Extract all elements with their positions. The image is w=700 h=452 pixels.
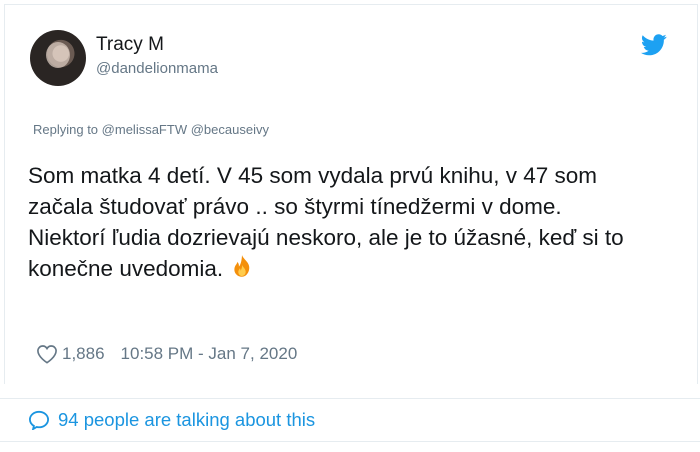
- replying-prefix: Replying to: [33, 122, 99, 137]
- fire-emoji-icon: [234, 255, 250, 277]
- avatar[interactable]: [30, 30, 86, 86]
- speech-bubble-icon: [28, 410, 50, 430]
- replying-to: Replying to @melissaFTW @becauseivy: [33, 122, 269, 137]
- tweet-text: Som matka 4 detí. V 45 som vydala prvú k…: [28, 160, 628, 284]
- timestamp[interactable]: 10:58 PM - Jan 7, 2020: [121, 344, 298, 364]
- mention-link-2[interactable]: @becauseivy: [191, 122, 269, 137]
- heart-icon[interactable]: [36, 344, 58, 364]
- tweet-meta: 1,886 10:58 PM - Jan 7, 2020: [36, 344, 297, 364]
- like-count[interactable]: 1,886: [62, 344, 105, 364]
- mention-link-1[interactable]: @melissaFTW: [102, 122, 187, 137]
- author-handle[interactable]: @dandelionmama: [96, 60, 218, 77]
- tweet-body: Som matka 4 detí. V 45 som vydala prvú k…: [28, 163, 624, 281]
- twitter-bird-icon[interactable]: [641, 34, 667, 56]
- talking-text[interactable]: 94 people are talking about this: [58, 409, 315, 431]
- talking-about-link[interactable]: 94 people are talking about this: [28, 409, 315, 431]
- author-name[interactable]: Tracy M: [96, 34, 164, 56]
